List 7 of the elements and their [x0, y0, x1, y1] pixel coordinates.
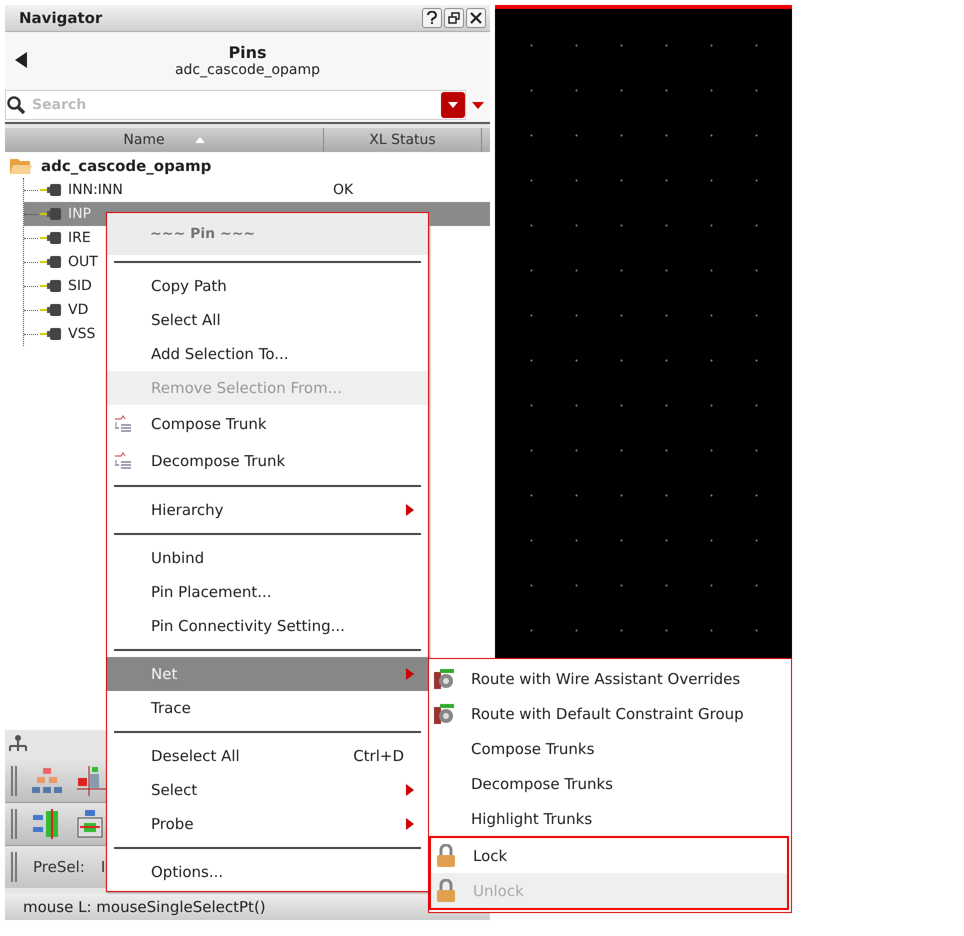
preselection-label: PreSel:	[33, 858, 85, 876]
panel-title: Navigator	[19, 9, 102, 27]
menu-header: ~~~ Pin ~~~	[107, 213, 428, 255]
preselection-value: I	[100, 858, 106, 876]
view-subtitle: adc_cascode_opamp	[174, 62, 320, 78]
view-title: Pins	[228, 42, 267, 62]
shortcut-text: Ctrl+D	[353, 747, 404, 765]
